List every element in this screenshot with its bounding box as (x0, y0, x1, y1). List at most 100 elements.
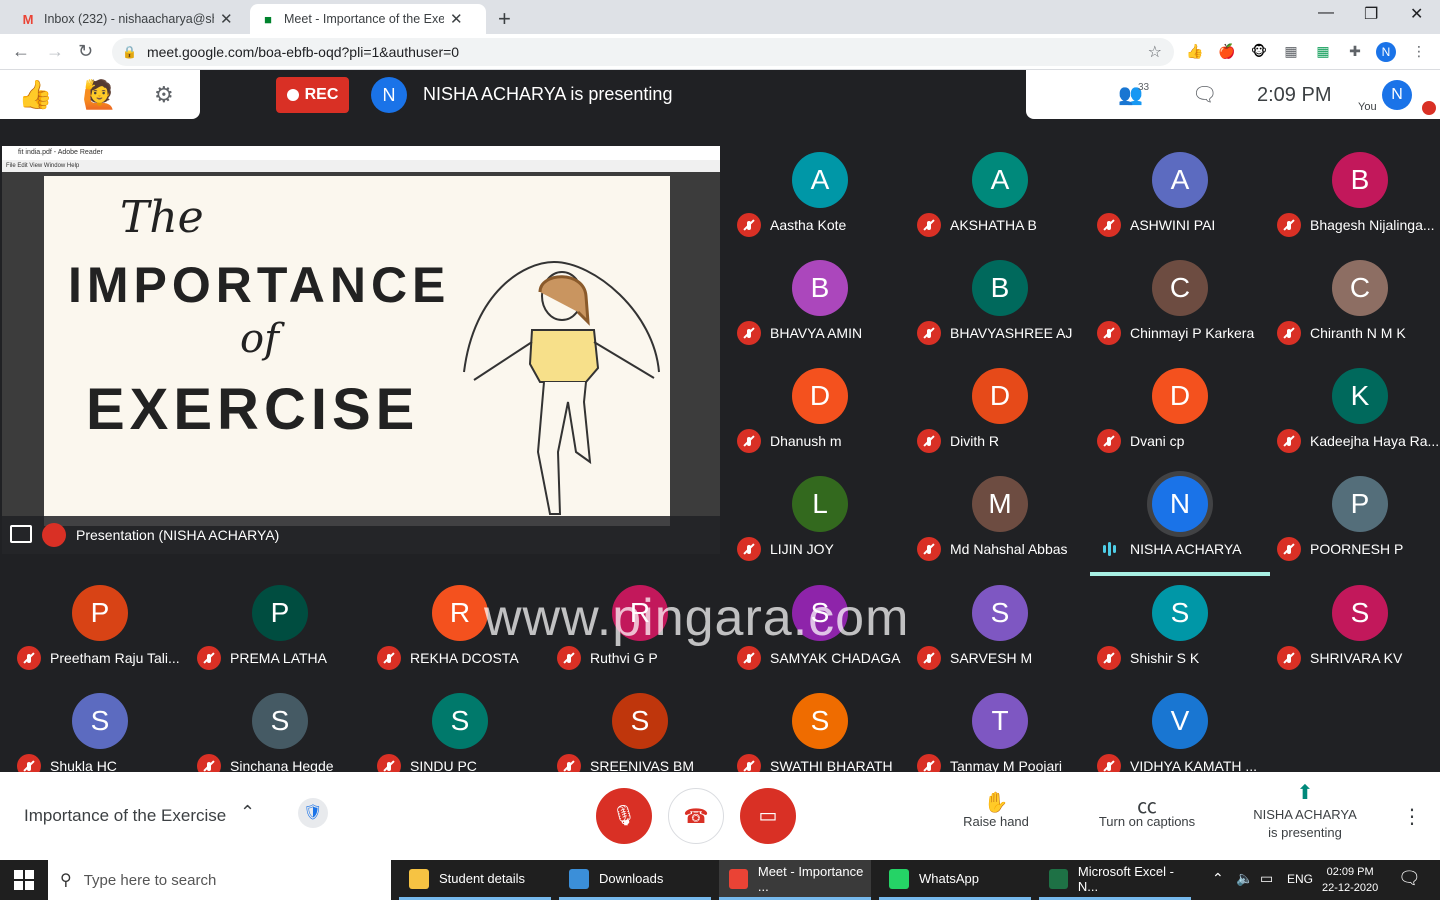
participant-name: PREMA LATHA (230, 650, 327, 666)
participant-tile[interactable]: L LIJIN JOY (730, 470, 910, 578)
meet-control-bar: Importance of the Exercise ⌃ 🛡 🎙 ☎ ▭ ✋ R… (0, 772, 1440, 860)
participant-tile[interactable]: B BHAVYASHREE AJ (910, 254, 1090, 362)
captions-label: Turn on captions (1098, 814, 1196, 829)
taskbar-app-label: Student details (439, 871, 526, 886)
participant-tile[interactable]: P POORNESH P (1270, 470, 1440, 578)
chat-icon[interactable]: 🗨 (1192, 82, 1217, 107)
participant-tile[interactable]: D Dhanush m (730, 362, 910, 470)
reactions-panel: 👍 🙋 ⚙ (0, 70, 200, 119)
settings-gear-icon[interactable]: ⚙ (154, 82, 174, 108)
microphone-toggle-button[interactable]: 🎙 (596, 788, 652, 844)
tab-gmail[interactable]: M Inbox (232) - nishaacharya@shak ✕ (10, 4, 248, 34)
captions-button[interactable]: ㏄ Turn on captions (1090, 790, 1204, 829)
present-screen-icon[interactable] (10, 525, 32, 543)
profile-avatar[interactable]: N (1376, 42, 1396, 62)
thumbs-up-icon[interactable]: 👍 (18, 78, 53, 111)
leave-call-button[interactable]: ☎ (668, 788, 724, 844)
participant-tile[interactable]: A ASHWINI PAI (1090, 146, 1270, 254)
presentation-tile[interactable]: fit india.pdf - Adobe Reader File Edit V… (2, 146, 720, 554)
participant-avatar: P (72, 585, 128, 641)
close-tab-icon[interactable]: ✕ (450, 10, 463, 28)
participant-tile[interactable]: B BHAVYA AMIN (730, 254, 910, 362)
participant-avatar: C (1332, 260, 1388, 316)
meeting-title[interactable]: Importance of the Exercise (24, 806, 226, 826)
participant-tile[interactable]: C Chiranth N M K (1270, 254, 1440, 362)
participant-tile[interactable]: P PREMA LATHA (190, 579, 370, 687)
participant-avatar: A (792, 152, 848, 208)
close-window-icon[interactable]: ✕ (1410, 4, 1423, 24)
taskbar-app-button[interactable]: Meet - Importance ... (719, 860, 871, 900)
muted-mic-icon (917, 429, 941, 453)
participant-tile[interactable]: K Kadeejha Haya Ra... (1270, 362, 1440, 470)
volume-icon[interactable]: 🔈 (1236, 870, 1253, 887)
tab-meet[interactable]: ■ Meet - Importance of the Exe ✕ (250, 4, 486, 34)
slide: The IMPORTANCE of EXERCISE (44, 176, 670, 526)
taskbar-app-button[interactable]: Microsoft Excel - N... (1039, 860, 1191, 900)
participant-tile[interactable]: A Aastha Kote (730, 146, 910, 254)
minimize-icon[interactable]: — (1318, 4, 1334, 22)
app-icon (729, 868, 748, 889)
monkey-extension-icon[interactable]: 🐵 (1250, 42, 1268, 60)
thumbs-up-extension-icon[interactable]: 👍 (1186, 42, 1204, 60)
taskbar-app-label: Meet - Importance ... (757, 863, 864, 894)
raise-hand-person-icon[interactable]: 🙋 (82, 78, 117, 111)
extensions-puzzle-icon[interactable]: ✚ (1346, 42, 1364, 60)
muted-mic-icon (917, 537, 941, 561)
participant-avatar: V (1152, 693, 1208, 749)
raise-hand-button[interactable]: ✋ Raise hand (954, 790, 1038, 829)
participant-tile[interactable]: S Shishir S K (1090, 579, 1270, 687)
participant-tile[interactable]: N NISHA ACHARYA (1090, 470, 1270, 578)
taskbar-app-button[interactable]: WhatsApp (879, 860, 1031, 900)
presentation-footer: Presentation (NISHA ACHARYA) (2, 516, 720, 554)
windows-start-icon[interactable] (14, 870, 34, 890)
red-extension-icon[interactable]: 🍎 (1218, 42, 1236, 60)
participant-name: AKSHATHA B (950, 217, 1037, 233)
captions-icon: ㏄ (1137, 796, 1157, 818)
slide-title-the: The (120, 192, 204, 243)
reader-window-title: fit india.pdf - Adobe Reader (2, 146, 720, 160)
participant-name: Ruthvi G P (590, 650, 658, 666)
gmail-icon: M (22, 11, 34, 27)
forward-icon[interactable]: → (46, 41, 64, 62)
presenting-banner: NISHA ACHARYA is presenting (423, 84, 673, 104)
camera-toggle-button[interactable]: ▭ (740, 788, 796, 844)
maximize-icon[interactable]: ❐ (1364, 4, 1378, 24)
taskbar-clock[interactable]: 02:09 PM 22-12-2020 (1322, 864, 1378, 896)
host-controls-shield-icon[interactable]: 🛡 (298, 798, 328, 828)
participant-tile[interactable]: D Divith R (910, 362, 1090, 470)
participant-tile[interactable]: M Md Nahshal Abbas (910, 470, 1090, 578)
close-tab-icon[interactable]: ✕ (220, 10, 233, 28)
participant-avatar: P (252, 585, 308, 641)
notifications-icon[interactable]: 🗨 (1398, 868, 1421, 889)
network-icon[interactable]: ▭ (1260, 870, 1273, 887)
participant-tile[interactable]: S SHRIVARA KV (1270, 579, 1440, 687)
taskbar-app-button[interactable]: Student details (399, 860, 551, 900)
participant-tile[interactable]: P Preetham Raju Tali... (10, 579, 190, 687)
more-options-icon[interactable]: ⋮ (1402, 804, 1422, 829)
participant-tile[interactable]: C Chinmayi P Karkera (1090, 254, 1270, 362)
chrome-menu-icon[interactable]: ⋮ (1410, 42, 1428, 60)
participant-tile[interactable]: S SARVESH M (910, 579, 1090, 687)
presenting-status-button[interactable]: ⬆ NISHA ACHARYA is presenting (1244, 783, 1366, 842)
chevron-up-icon[interactable]: ⌃ (240, 802, 255, 823)
participant-tile[interactable]: B Bhagesh Nijalinga... (1270, 146, 1440, 254)
lock-icon: 🔒 (122, 45, 137, 59)
grid-extension-icon[interactable]: ▦ (1282, 42, 1300, 60)
sheets-extension-icon[interactable]: ▦ (1314, 42, 1332, 60)
reload-icon[interactable]: ↻ (78, 41, 93, 62)
language-indicator[interactable]: ENG (1287, 872, 1313, 886)
participant-tile[interactable]: A AKSHATHA B (910, 146, 1090, 254)
taskbar-search-box[interactable]: ⚲ Type here to search (48, 860, 391, 900)
participant-tile[interactable]: D Dvani cp (1090, 362, 1270, 470)
self-avatar[interactable]: N (1382, 80, 1412, 110)
participant-name: Dvani cp (1130, 433, 1185, 449)
new-tab-button[interactable]: + (498, 6, 511, 32)
taskbar-app-button[interactable]: Downloads (559, 860, 711, 900)
bookmark-star-icon[interactable]: ☆ (1148, 42, 1162, 62)
participant-name: Md Nahshal Abbas (950, 541, 1068, 557)
tray-chevron-icon[interactable]: ⌃ (1212, 870, 1224, 887)
app-icon (569, 868, 589, 889)
url-field[interactable]: 🔒 meet.google.com/boa-ebfb-oqd?pli=1&aut… (112, 38, 1174, 66)
app-icon (1049, 868, 1068, 889)
back-icon[interactable]: ← (12, 41, 30, 62)
